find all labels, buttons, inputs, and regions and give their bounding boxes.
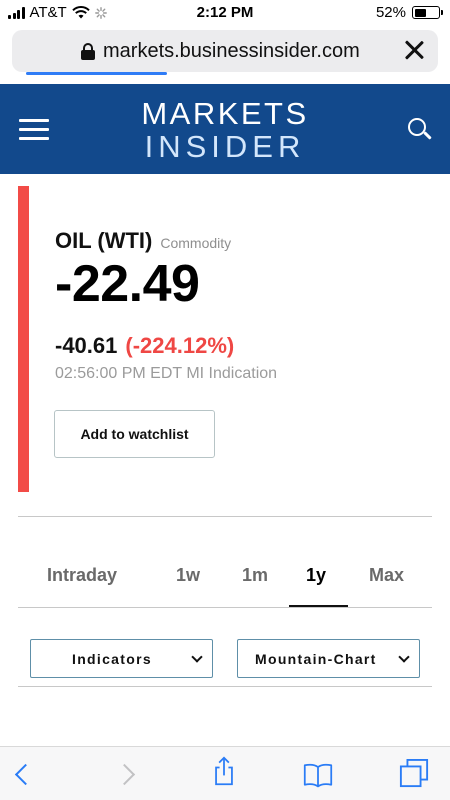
- controls-divider: [18, 686, 432, 687]
- chart-type-label: Mountain-Chart: [255, 650, 377, 667]
- page-load-progress: [26, 72, 167, 75]
- share-icon[interactable]: [209, 756, 239, 786]
- tab-1w[interactable]: 1w: [176, 565, 200, 586]
- tabs-icon[interactable]: [399, 758, 429, 788]
- instrument-type: Commodity: [160, 235, 232, 251]
- chart-period-tabs: Intraday 1w 1m 1y Max: [18, 555, 432, 607]
- add-to-watchlist-button[interactable]: Add to watchlist: [54, 410, 215, 458]
- indicators-dropdown[interactable]: Indicators: [30, 639, 213, 678]
- address-bar[interactable]: markets.businessinsider.com: [12, 30, 438, 75]
- quote-accent-bar: [18, 186, 29, 492]
- close-icon[interactable]: [402, 38, 426, 62]
- quote-timestamp: 02:56:00 PM EDT MI Indication: [55, 365, 278, 382]
- battery-icon: [412, 6, 443, 19]
- tab-1y[interactable]: 1y: [306, 565, 326, 586]
- status-bar: AT&T 2:12 PM 52%: [0, 0, 450, 26]
- tab-1m[interactable]: 1m: [242, 565, 268, 586]
- current-price: -22.49: [55, 255, 200, 313]
- battery-percent: 52%: [375, 4, 406, 21]
- site-header: MARKETS INSIDER: [0, 84, 450, 174]
- browser-toolbar: [0, 746, 450, 800]
- url-text[interactable]: markets.businessinsider.com: [103, 40, 360, 63]
- bookmarks-icon[interactable]: [303, 760, 333, 790]
- change-percent: (-224.12%): [125, 333, 235, 358]
- price-change: -40.61 (-224.12%): [55, 333, 234, 359]
- chevron-down-icon: [191, 651, 203, 663]
- logo-line-markets: MARKETS: [141, 96, 309, 131]
- forward-arrow-icon[interactable]: [113, 759, 143, 789]
- search-icon[interactable]: [408, 118, 432, 142]
- battery-fill: [414, 8, 427, 17]
- chevron-down-icon: [398, 651, 410, 663]
- indicators-label: Indicators: [72, 650, 152, 667]
- logo-line-insider: INSIDER: [144, 129, 306, 164]
- section-divider: [18, 516, 432, 517]
- change-absolute: -40.61: [55, 333, 118, 358]
- lock-icon: [81, 43, 95, 60]
- tab-intraday[interactable]: Intraday: [47, 565, 117, 586]
- tabs-divider: [18, 607, 432, 608]
- chart-type-dropdown[interactable]: Mountain-Chart: [237, 639, 420, 678]
- browser-address-area: markets.businessinsider.com: [0, 26, 450, 84]
- tab-max[interactable]: Max: [369, 565, 404, 586]
- instrument-name: OIL (WTI): [55, 228, 153, 253]
- instrument-heading: OIL (WTI) Commodity: [55, 228, 231, 254]
- status-right: 52%: [375, 4, 443, 21]
- markets-insider-logo[interactable]: MARKETS INSIDER: [0, 98, 450, 162]
- back-arrow-icon[interactable]: [10, 759, 40, 789]
